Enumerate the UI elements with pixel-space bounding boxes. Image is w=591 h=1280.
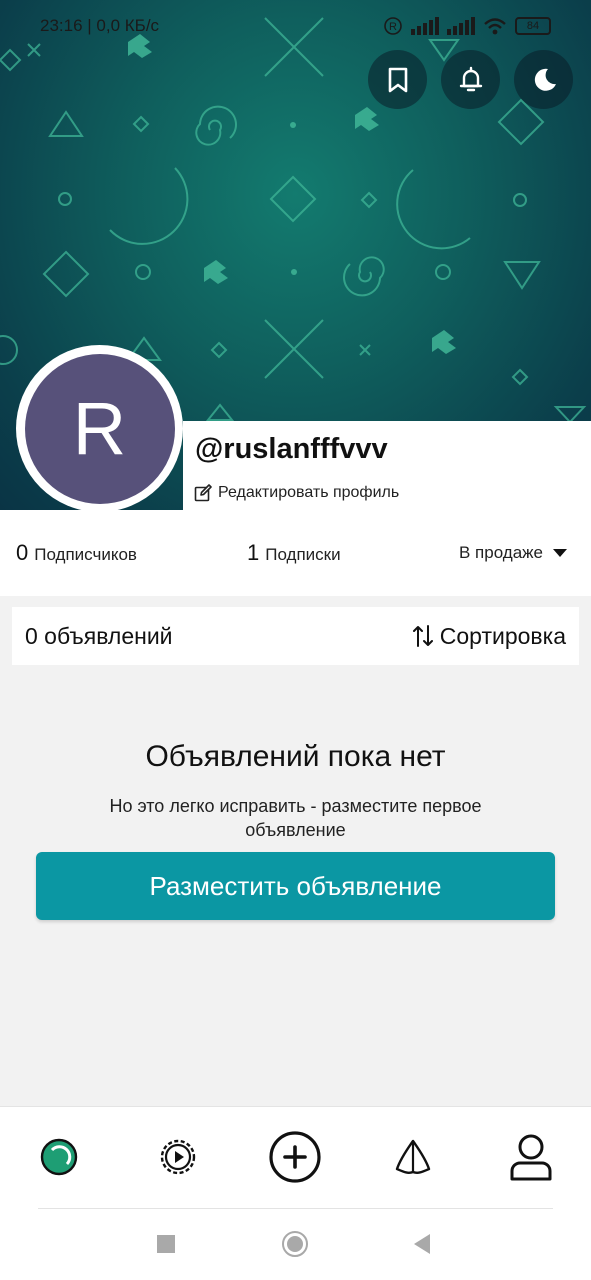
registered-icon: R [384,17,402,35]
dark-mode-button[interactable] [514,50,573,109]
profile-icon [510,1134,552,1181]
avatar[interactable]: R [16,345,183,512]
battery-icon: 84 [515,17,551,35]
add-icon [269,1131,321,1183]
following-stat[interactable]: 1 Подписки [247,540,341,566]
moon-icon [534,68,556,91]
nav-add[interactable] [260,1107,330,1207]
status-filter-dropdown[interactable]: В продаже [459,543,567,563]
map-icon [395,1139,431,1174]
signal-icon [411,17,439,35]
caret-down-icon [553,549,567,557]
following-count: 1 [247,540,260,565]
followers-count: 0 [16,540,29,565]
status-time: 23:16 | 0,0 КБ/с [40,16,160,35]
wifi-icon [484,18,506,35]
post-ad-button[interactable]: Разместить объявление [36,852,555,920]
recents-button[interactable] [146,1229,186,1259]
circle-icon [282,1231,308,1257]
profile-stats: 0 Подписчиков 1 Подписки В продаже [0,510,591,596]
square-icon [157,1235,175,1253]
sort-button[interactable]: Сортировка [412,623,566,650]
bell-icon [459,66,482,91]
bookmark-button[interactable] [368,50,427,109]
followers-stat[interactable]: 0 Подписчиков [16,540,137,566]
bottom-navigation [0,1106,591,1209]
following-label: Подписки [265,545,341,564]
username: @ruslanfffvvv [195,433,388,465]
ads-header: 0 объявлений Сортировка [12,607,579,665]
svg-text:R: R [389,21,397,33]
nav-map[interactable] [378,1107,448,1207]
header-actions [368,50,573,109]
video-icon [160,1139,196,1175]
edit-profile-label: Редактировать профиль [218,484,400,501]
triangle-back-icon [414,1234,430,1254]
avatar-letter: R [72,387,127,470]
battery-level: 84 [526,20,540,32]
sort-label: Сортировка [439,622,566,649]
edit-icon [194,484,212,502]
home-button[interactable] [275,1229,315,1259]
filter-label: В продаже [458,543,543,562]
ads-count: 0 объявлений [25,622,173,649]
status-bar: 23:16 | 0,0 КБ/с R 84 [0,0,591,52]
sort-icon [412,625,433,647]
empty-state-subtitle: Но это легко исправить - разместите перв… [109,796,482,840]
empty-state-title: Объявлений пока нет [145,740,446,773]
nav-home[interactable] [24,1107,94,1207]
avatar-circle: R [24,353,175,504]
bookmark-icon [388,67,407,92]
notifications-button[interactable] [441,50,500,109]
home-icon [40,1138,78,1176]
signal-2-icon [447,17,475,35]
post-ad-label: Разместить объявление [149,870,442,901]
nav-video[interactable] [143,1107,213,1207]
edit-profile-link[interactable]: Редактировать профиль [194,484,399,502]
followers-label: Подписчиков [34,545,137,564]
nav-profile[interactable] [496,1107,566,1207]
system-navigation [0,1209,591,1280]
back-button[interactable] [402,1229,442,1259]
